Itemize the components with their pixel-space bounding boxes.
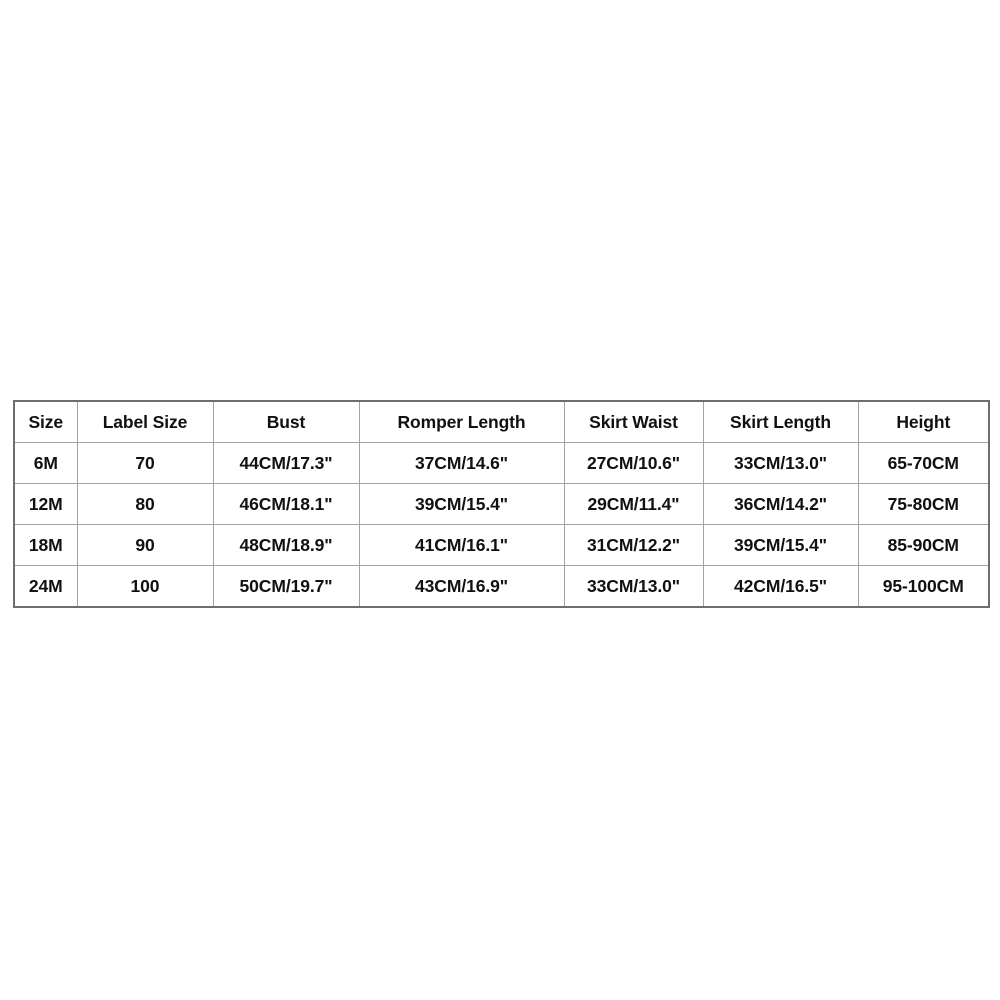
- cell-bust: 46CM/18.1": [212, 483, 360, 525]
- column-header-height: Height: [857, 400, 990, 443]
- cell-size: 18M: [13, 524, 78, 566]
- table-row: 18M 90 48CM/18.9" 41CM/16.1" 31CM/12.2" …: [13, 524, 990, 566]
- cell-romper-length: 43CM/16.9": [358, 565, 565, 608]
- cell-skirt-waist: 27CM/10.6": [563, 442, 704, 484]
- column-header-skirt-length: Skirt Length: [702, 400, 859, 443]
- cell-romper-length: 37CM/14.6": [358, 442, 565, 484]
- cell-height: 75-80CM: [857, 483, 990, 525]
- size-chart-table: Size Label Size Bust Romper Length Skirt…: [13, 400, 990, 608]
- cell-label-size: 80: [76, 483, 214, 525]
- column-header-size: Size: [13, 400, 78, 443]
- table-row: 12M 80 46CM/18.1" 39CM/15.4" 29CM/11.4" …: [13, 483, 990, 525]
- cell-bust: 48CM/18.9": [212, 524, 360, 566]
- table-header-row: Size Label Size Bust Romper Length Skirt…: [13, 400, 990, 443]
- table-row: 6M 70 44CM/17.3" 37CM/14.6" 27CM/10.6" 3…: [13, 442, 990, 484]
- cell-romper-length: 39CM/15.4": [358, 483, 565, 525]
- cell-skirt-waist: 29CM/11.4": [563, 483, 704, 525]
- cell-height: 85-90CM: [857, 524, 990, 566]
- cell-skirt-waist: 33CM/13.0": [563, 565, 704, 608]
- cell-bust: 50CM/19.7": [212, 565, 360, 608]
- column-header-romper-length: Romper Length: [358, 400, 565, 443]
- cell-skirt-waist: 31CM/12.2": [563, 524, 704, 566]
- cell-romper-length: 41CM/16.1": [358, 524, 565, 566]
- table-row: 24M 100 50CM/19.7" 43CM/16.9" 33CM/13.0"…: [13, 565, 990, 608]
- size-chart-container: Size Label Size Bust Romper Length Skirt…: [13, 400, 990, 608]
- cell-size: 12M: [13, 483, 78, 525]
- cell-label-size: 90: [76, 524, 214, 566]
- column-header-label-size: Label Size: [76, 400, 214, 443]
- cell-label-size: 70: [76, 442, 214, 484]
- cell-skirt-length: 33CM/13.0": [702, 442, 859, 484]
- cell-label-size: 100: [76, 565, 214, 608]
- cell-bust: 44CM/17.3": [212, 442, 360, 484]
- cell-skirt-length: 36CM/14.2": [702, 483, 859, 525]
- cell-height: 65-70CM: [857, 442, 990, 484]
- cell-height: 95-100CM: [857, 565, 990, 608]
- cell-skirt-length: 42CM/16.5": [702, 565, 859, 608]
- cell-size: 6M: [13, 442, 78, 484]
- column-header-skirt-waist: Skirt Waist: [563, 400, 704, 443]
- cell-skirt-length: 39CM/15.4": [702, 524, 859, 566]
- column-header-bust: Bust: [212, 400, 360, 443]
- cell-size: 24M: [13, 565, 78, 608]
